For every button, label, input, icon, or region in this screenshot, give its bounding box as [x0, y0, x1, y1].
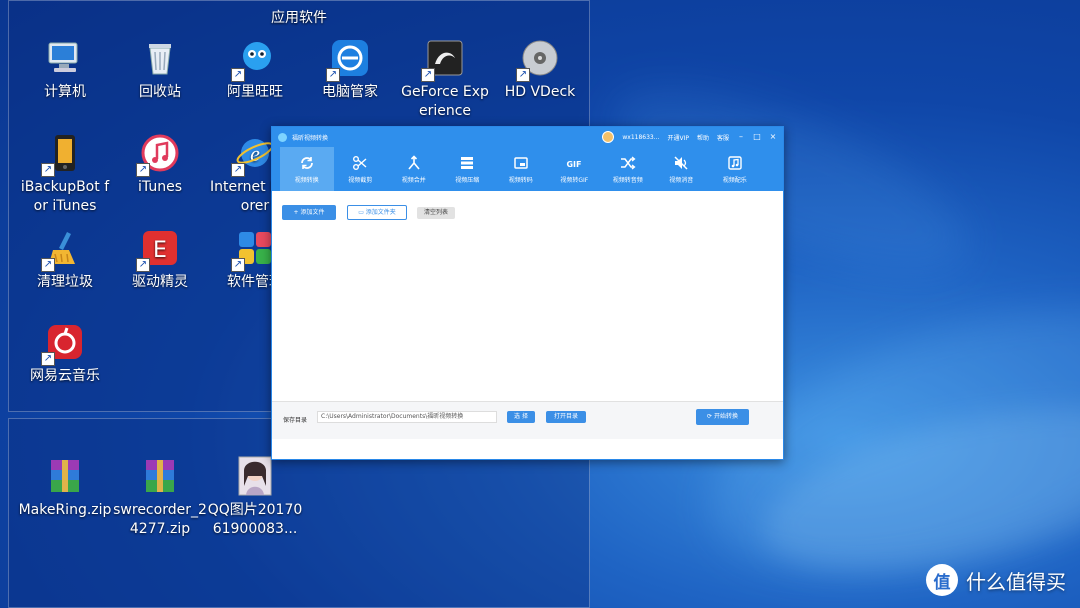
video-converter-window[interactable]: 福昕视频转换 wx118633... 开通VIP 帮助 客服 – □ × 视频转… [271, 126, 784, 460]
shortcut-arrow-icon: ↗ [41, 163, 55, 177]
watermark-logo-icon: 值 [926, 564, 958, 596]
tab-video-cut[interactable]: 视频截剪 [334, 147, 388, 191]
shortcut-arrow-icon: ↗ [41, 258, 55, 272]
desktop-icon-hd-vdeck[interactable]: ↗ HD VDeck [492, 38, 588, 102]
save-dir-label: 保存目录 [283, 417, 308, 424]
shortcut-arrow-icon: ↗ [516, 68, 530, 82]
compress-icon [461, 156, 474, 169]
desktop-icon-geforce[interactable]: ↗ GeForce Experience [397, 38, 493, 121]
service-link[interactable]: 客服 [717, 133, 729, 142]
file-list-area[interactable]: + 添加文件 ▭ 添加文件夹 清空列表 保存目录 C:\Users\Admini… [272, 191, 783, 439]
computer-icon [45, 38, 85, 78]
fence-title: 应用软件 [271, 10, 327, 26]
svg-text:GIF: GIF [567, 160, 582, 169]
mute-icon [674, 155, 688, 170]
tool-tabs: 视频转换 视频截剪 视频合并 视频压缩 视频转码 GIF 视频转GIF 视频转音… [272, 147, 783, 191]
tab-video-merge[interactable]: 视频合并 [387, 147, 441, 191]
desktop-file-makering[interactable]: MakeRing.zip [17, 456, 113, 520]
add-folder-button[interactable]: ▭ 添加文件夹 [347, 205, 407, 220]
clear-list-button[interactable]: 清空列表 [417, 207, 455, 219]
tab-video-compress[interactable]: 视频压缩 [441, 147, 495, 191]
desktop-icon-clean-junk[interactable]: ↗ 清理垃圾 [17, 228, 113, 292]
itunes-icon: ↗ [136, 133, 180, 177]
aliwangwang-icon: ↗ [231, 38, 275, 82]
watermark-text: 什么值得买 [966, 569, 1066, 594]
winrar-archive-icon [140, 456, 180, 496]
gif-icon: GIF [567, 160, 582, 169]
user-name[interactable]: wx118633... [622, 134, 659, 141]
svg-text:E: E [153, 238, 167, 263]
shortcut-arrow-icon: ↗ [136, 258, 150, 272]
close-button[interactable]: × [769, 127, 777, 147]
clean-junk-icon: ↗ [41, 228, 85, 272]
window-title: 福昕视频转换 [292, 134, 329, 142]
tab-video-mute[interactable]: 视频消音 [655, 147, 709, 191]
desktop-icon-computer[interactable]: 计算机 [17, 38, 113, 102]
tab-video-audio[interactable]: 视频转音频 [601, 147, 655, 191]
add-file-button[interactable]: + 添加文件 [282, 205, 336, 220]
tab-video-music[interactable]: 视频配乐 [708, 147, 762, 191]
window-titlebar[interactable]: 福昕视频转换 wx118633... 开通VIP 帮助 客服 – □ × [272, 127, 783, 147]
tab-video-gif[interactable]: GIF 视频转GIF [548, 147, 602, 191]
pc-manager-icon: ↗ [326, 38, 370, 82]
app-logo-icon [278, 132, 287, 142]
shortcut-arrow-icon: ↗ [136, 163, 150, 177]
shortcut-arrow-icon: ↗ [231, 258, 245, 272]
netease-music-icon: ↗ [41, 322, 85, 366]
hd-vdeck-icon: ↗ [516, 38, 560, 82]
open-dir-button[interactable]: 打开目录 [546, 411, 586, 423]
ibackupbot-icon: ↗ [41, 133, 85, 177]
shortcut-arrow-icon: ↗ [326, 68, 340, 82]
tab-video-convert[interactable]: 视频转换 [280, 147, 334, 191]
shortcut-arrow-icon: ↗ [41, 352, 55, 366]
merge-icon [408, 154, 420, 170]
geforce-icon: ↗ [421, 38, 465, 82]
desktop-icon-netease-music[interactable]: ↗ 网易云音乐 [17, 322, 113, 386]
shuffle-icon [620, 155, 636, 170]
convert-icon [300, 156, 313, 169]
output-footer: 保存目录 C:\Users\Administrator\Documents\福昕… [272, 401, 783, 439]
desktop-icon-aliwangwang[interactable]: ↗ 阿里旺旺 [207, 38, 303, 102]
internet-explorer-icon: e ↗ [231, 133, 275, 177]
user-avatar[interactable] [602, 131, 615, 143]
save-path-field[interactable]: C:\Users\Administrator\Documents\福昕视频转换 [317, 411, 497, 423]
desktop-icon-pc-manager[interactable]: ↗ 电脑管家 [302, 38, 398, 102]
shortcut-arrow-icon: ↗ [421, 68, 435, 82]
minimize-button[interactable]: – [737, 127, 745, 147]
desktop-file-qq-image[interactable]: QQ图片2017061900083... [207, 456, 303, 539]
tab-video-transcode[interactable]: 视频转码 [494, 147, 548, 191]
shortcut-arrow-icon: ↗ [231, 163, 245, 177]
scissors-icon [353, 155, 367, 170]
choose-button[interactable]: 选 择 [507, 411, 535, 423]
vip-link[interactable]: 开通VIP [667, 133, 689, 142]
start-convert-button[interactable]: ⟳ 开始转换 [696, 409, 749, 425]
desktop-file-swrecorder[interactable]: swrecorder_24277.zip [112, 456, 208, 539]
image-file-icon [235, 456, 275, 496]
maximize-button[interactable]: □ [753, 127, 761, 147]
software-manager-icon: ↗ [231, 228, 275, 272]
music-icon [728, 155, 742, 170]
driver-genius-icon: E ↗ [136, 228, 180, 272]
transcode-icon [514, 156, 528, 169]
desktop-icon-recycle-bin[interactable]: 回收站 [112, 38, 208, 102]
desktop-icon-driver-genius[interactable]: E ↗ 驱动精灵 [112, 228, 208, 292]
winrar-archive-icon [45, 456, 85, 496]
smzdm-watermark: 值 什么值得买 [926, 564, 1066, 596]
recycle-bin-icon [140, 38, 180, 78]
desktop-icon-ibackupbot[interactable]: ↗ iBackupBot for iTunes [17, 133, 113, 216]
shortcut-arrow-icon: ↗ [231, 68, 245, 82]
desktop-icon-itunes[interactable]: ↗ iTunes [112, 133, 208, 197]
help-link[interactable]: 帮助 [697, 133, 709, 142]
